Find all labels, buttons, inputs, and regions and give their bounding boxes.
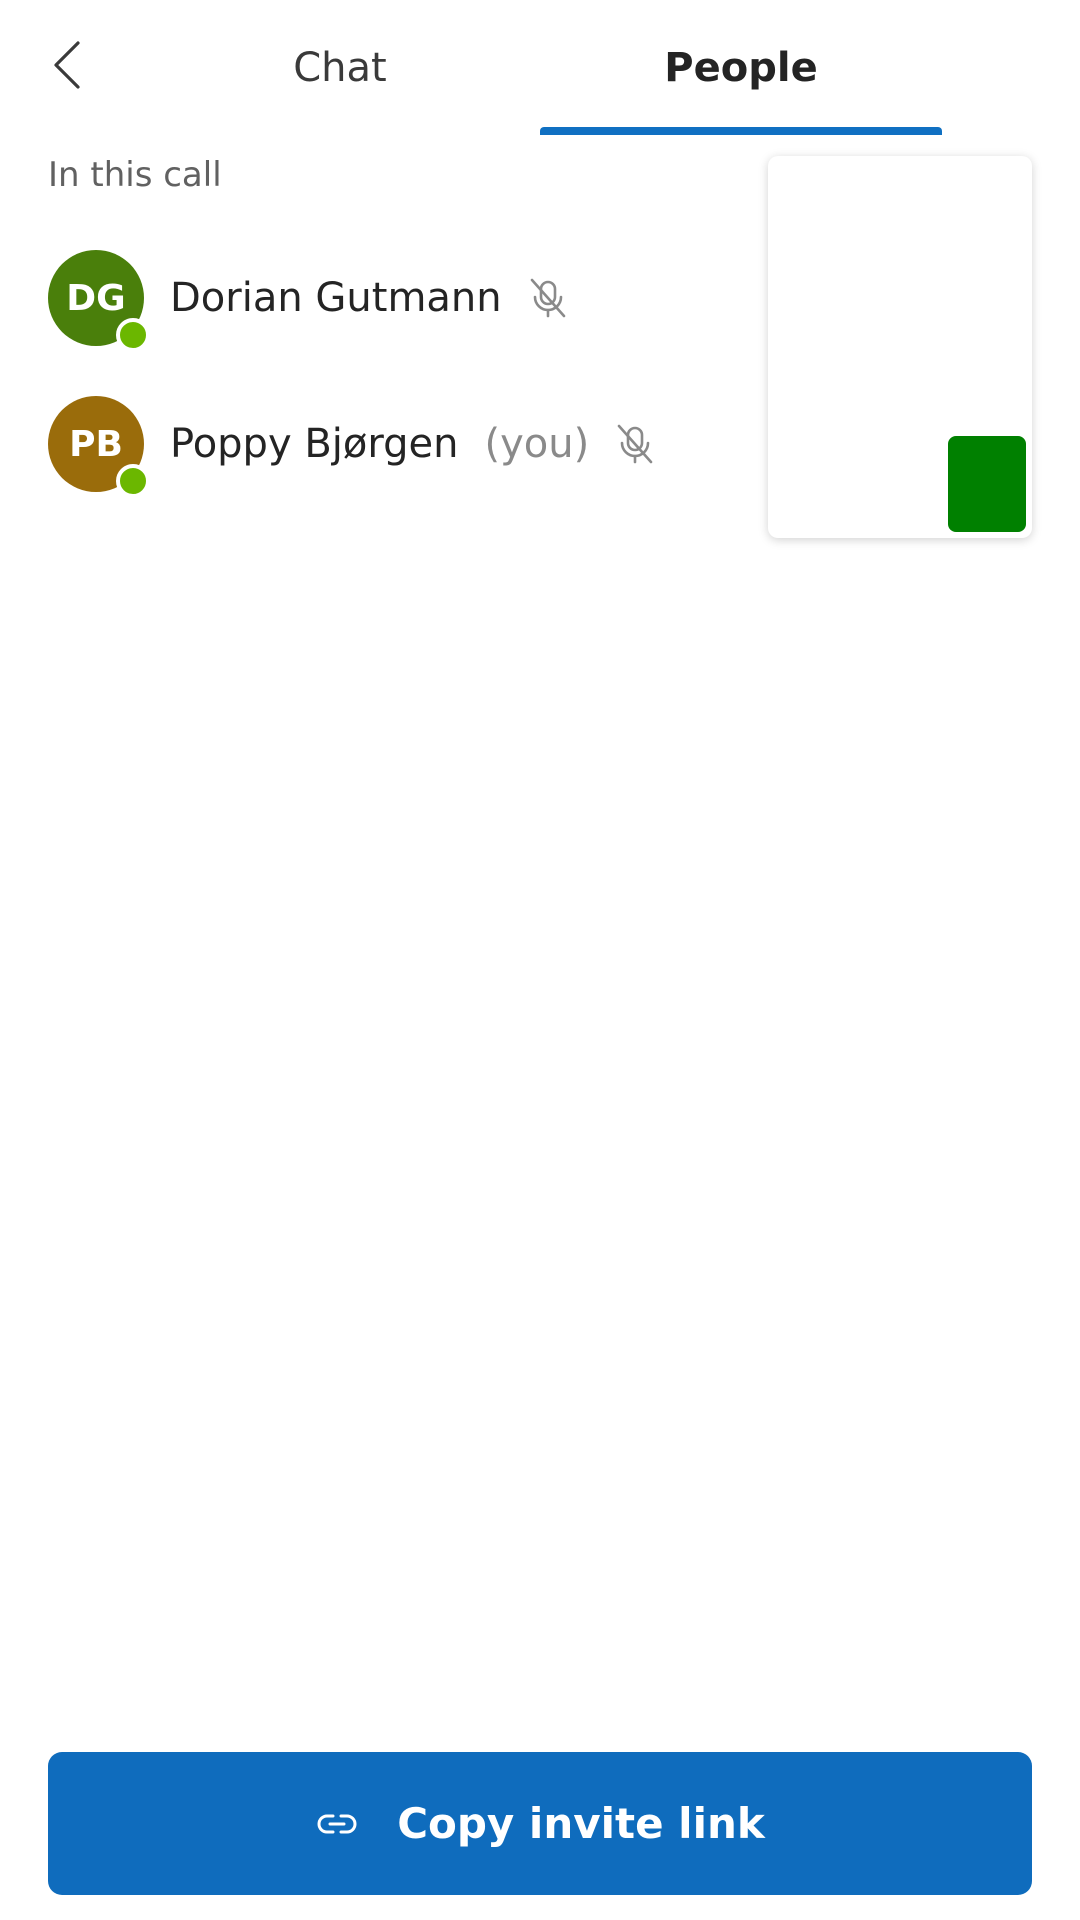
participant-name: Poppy Bjørgen <box>170 421 459 467</box>
tab-chat[interactable]: Chat <box>200 0 480 135</box>
copy-invite-link-button[interactable]: Copy invite link <box>48 1752 1032 1895</box>
back-button[interactable] <box>40 30 96 100</box>
chevron-left-icon <box>54 41 80 89</box>
header: Chat People <box>0 0 1080 135</box>
copy-invite-link-label: Copy invite link <box>397 1799 765 1848</box>
avatar-initials: PB <box>69 423 123 465</box>
you-label: (you) <box>484 421 590 467</box>
selected-tab-indicator <box>540 127 942 135</box>
mic-off-icon <box>524 274 572 322</box>
section-label-in-this-call: In this call <box>48 155 222 195</box>
people-pane: Chat People In this call DG Dorian Gutma… <box>0 0 1080 1920</box>
avatar: DG <box>48 250 150 352</box>
participant-name: Dorian Gutmann <box>170 275 502 321</box>
mic-off-icon <box>611 420 659 468</box>
presence-available-badge <box>116 318 150 352</box>
participant-row[interactable]: DG Dorian Gutmann <box>48 248 572 352</box>
avatar: PB <box>48 396 150 498</box>
tab-people[interactable]: People <box>540 0 942 135</box>
self-video-preview[interactable] <box>768 156 1032 538</box>
presence-available-badge <box>116 464 150 498</box>
participant-row[interactable]: PB Poppy Bjørgen (you) <box>48 394 659 498</box>
link-icon <box>315 1802 359 1846</box>
video-tile <box>948 436 1026 532</box>
avatar-initials: DG <box>66 277 126 319</box>
